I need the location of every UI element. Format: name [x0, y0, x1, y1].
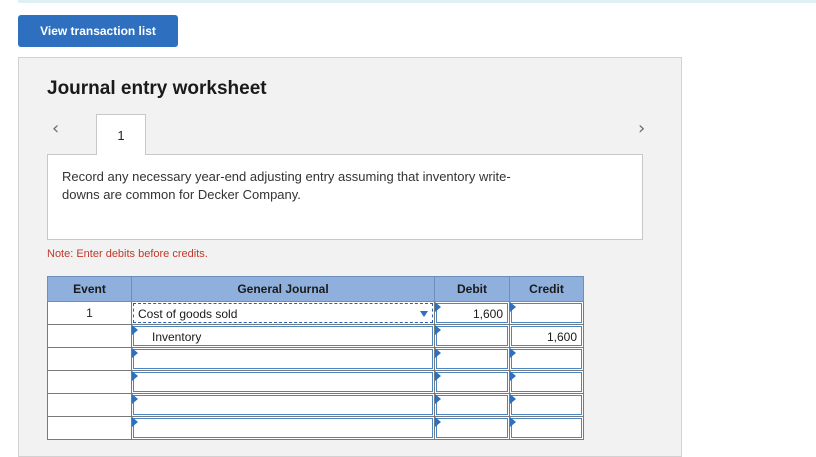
- account-select[interactable]: [133, 349, 433, 369]
- journal-header-row: Event General Journal Debit Credit: [47, 276, 584, 302]
- debit-value: 1,600: [472, 307, 503, 321]
- account-select[interactable]: Inventory: [133, 326, 433, 346]
- credit-value: 1,600: [546, 330, 577, 344]
- event-cell: [47, 393, 132, 417]
- credit-input[interactable]: 1,600: [511, 326, 582, 346]
- account-select[interactable]: [133, 372, 433, 392]
- account-cell: [131, 393, 435, 417]
- account-value: Inventory: [152, 330, 202, 344]
- flag-icon: [435, 394, 441, 404]
- table-row: 1 Cost of goods sold 1,600: [47, 301, 584, 325]
- event-cell: [47, 370, 132, 394]
- header-debit: Debit: [434, 276, 510, 302]
- credit-input[interactable]: [511, 372, 582, 392]
- credit-cell: 1,600: [509, 324, 584, 348]
- credit-cell: [509, 301, 584, 325]
- flag-icon: [435, 325, 441, 335]
- tab-label: 1: [117, 127, 125, 143]
- table-row: [47, 370, 584, 394]
- account-select[interactable]: [133, 395, 433, 415]
- header-general-journal: General Journal: [131, 276, 435, 302]
- worksheet-title: Journal entry worksheet: [47, 78, 267, 99]
- event-cell: [47, 324, 132, 348]
- instruction-text-line1: Record any necessary year-end adjusting …: [62, 169, 511, 184]
- debit-input[interactable]: [436, 418, 508, 438]
- debit-input[interactable]: [436, 372, 508, 392]
- credit-cell: [509, 347, 584, 371]
- account-cell: Cost of goods sold: [131, 301, 435, 325]
- debit-cell: [434, 347, 510, 371]
- flag-icon: [510, 371, 516, 381]
- account-select[interactable]: [133, 418, 433, 438]
- header-credit: Credit: [509, 276, 584, 302]
- debit-input[interactable]: [436, 326, 508, 346]
- account-select[interactable]: Cost of goods sold: [133, 303, 433, 323]
- flag-icon: [435, 302, 441, 312]
- event-cell: [47, 416, 132, 440]
- table-row: [47, 416, 584, 440]
- flag-icon: [132, 417, 138, 427]
- flag-icon: [132, 325, 138, 335]
- credit-cell: [509, 393, 584, 417]
- top-divider: [18, 0, 816, 3]
- flag-icon: [435, 417, 441, 427]
- journal-table: Event General Journal Debit Credit 1 Cos…: [47, 276, 584, 440]
- tab-entry-1[interactable]: 1: [96, 114, 146, 155]
- instruction-text-line2: downs are common for Decker Company.: [62, 187, 301, 202]
- event-cell: 1: [47, 301, 132, 325]
- debit-input[interactable]: [436, 395, 508, 415]
- credit-input[interactable]: [511, 349, 582, 369]
- chevron-left-icon[interactable]: ‹: [52, 118, 59, 139]
- flag-icon: [435, 348, 441, 358]
- table-row: [47, 347, 584, 371]
- debit-cell: [434, 393, 510, 417]
- account-cell: [131, 347, 435, 371]
- chevron-down-icon[interactable]: [420, 311, 428, 317]
- account-value: Cost of goods sold: [138, 307, 238, 321]
- flag-icon: [435, 371, 441, 381]
- debit-cell: 1,600: [434, 301, 510, 325]
- debit-credit-note: Note: Enter debits before credits.: [47, 248, 208, 260]
- credit-input[interactable]: [511, 303, 582, 323]
- flag-icon: [132, 348, 138, 358]
- event-cell: [47, 347, 132, 371]
- chevron-right-icon[interactable]: ›: [638, 118, 645, 139]
- flag-icon: [510, 348, 516, 358]
- credit-input[interactable]: [511, 395, 582, 415]
- table-row: [47, 393, 584, 417]
- credit-cell: [509, 370, 584, 394]
- view-transaction-list-button[interactable]: View transaction list: [18, 15, 178, 47]
- header-event: Event: [47, 276, 132, 302]
- account-cell: Inventory: [131, 324, 435, 348]
- credit-cell: [509, 416, 584, 440]
- flag-icon: [132, 371, 138, 381]
- flag-icon: [510, 302, 516, 312]
- debit-cell: [434, 416, 510, 440]
- debit-input[interactable]: 1,600: [436, 303, 508, 323]
- account-cell: [131, 416, 435, 440]
- instruction-box: Record any necessary year-end adjusting …: [47, 155, 643, 240]
- debit-input[interactable]: [436, 349, 508, 369]
- flag-icon: [132, 394, 138, 404]
- table-row: Inventory 1,600: [47, 324, 584, 348]
- credit-input[interactable]: [511, 418, 582, 438]
- debit-cell: [434, 324, 510, 348]
- account-cell: [131, 370, 435, 394]
- flag-icon: [510, 394, 516, 404]
- flag-icon: [510, 417, 516, 427]
- debit-cell: [434, 370, 510, 394]
